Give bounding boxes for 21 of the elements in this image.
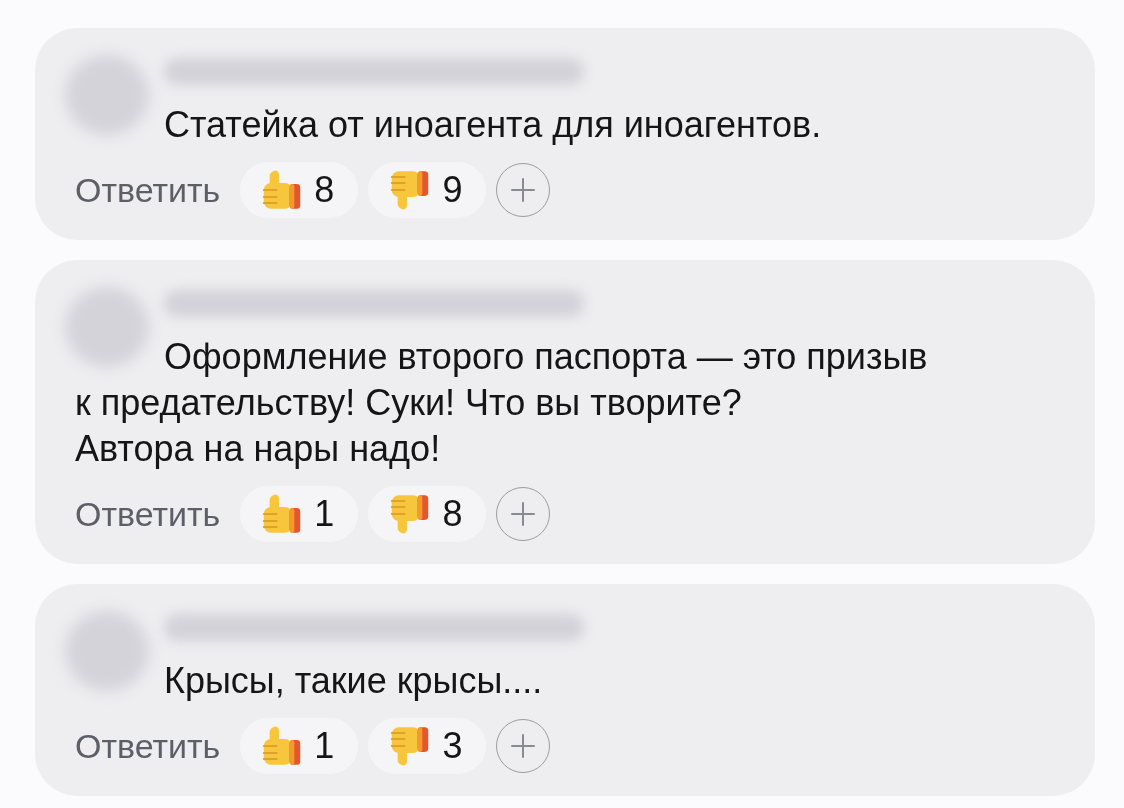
dislike-button[interactable]: 9 xyxy=(368,162,487,218)
thumbs-up-icon xyxy=(262,726,303,766)
thumbs-up-icon xyxy=(262,170,303,210)
like-button[interactable]: 8 xyxy=(240,162,359,218)
like-button[interactable]: 1 xyxy=(240,486,359,542)
thumbs-down-icon xyxy=(390,494,431,534)
comment-text: Оформление второго паспорта — это призыв к предательству! Суки! Что вы творите? Автора на нары надо! xyxy=(74,335,929,471)
plus-icon xyxy=(511,734,536,758)
comment-text: Крысы, такие крысы.... xyxy=(163,659,544,703)
reply-link[interactable]: Ответить xyxy=(75,725,221,767)
reply-link[interactable]: Ответить xyxy=(75,169,221,211)
dislike-button[interactable]: 3 xyxy=(368,718,487,774)
thumbs-up-icon xyxy=(262,494,303,534)
comment-text: Статейка от иноагента для иноагентов. xyxy=(163,103,823,147)
thumbs-down-icon xyxy=(390,170,431,210)
plus-icon xyxy=(511,178,536,202)
reply-link[interactable]: Ответить xyxy=(75,493,221,535)
plus-icon xyxy=(511,502,536,526)
like-button[interactable]: 1 xyxy=(240,718,359,774)
thumbs-down-icon xyxy=(390,726,431,766)
dislike-button[interactable]: 8 xyxy=(368,486,487,542)
